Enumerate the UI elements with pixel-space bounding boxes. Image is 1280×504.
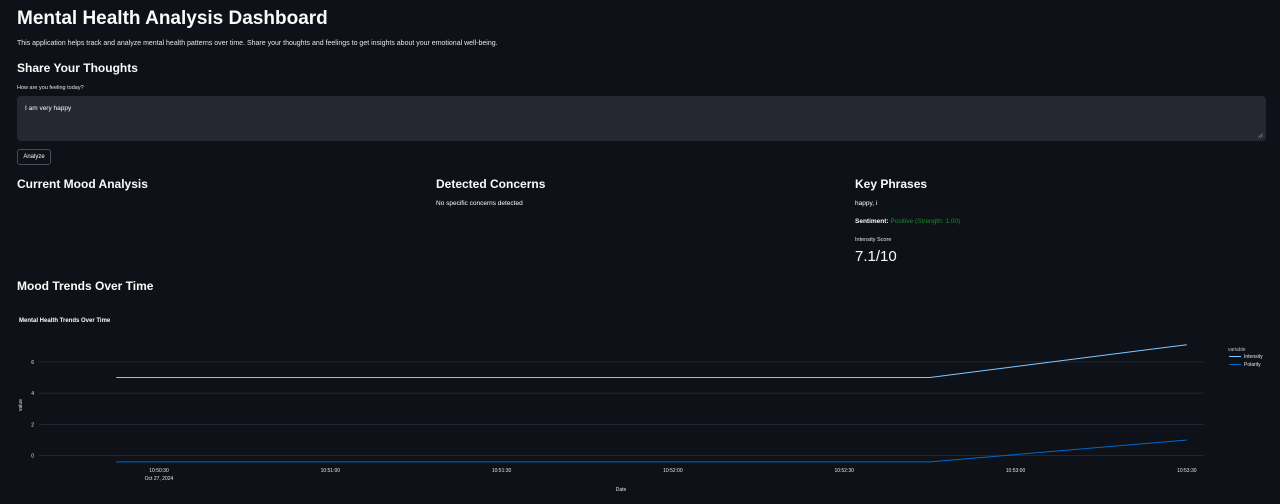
- share-thoughts-heading: Share Your Thoughts: [17, 61, 138, 75]
- detected-concerns-heading: Detected Concerns: [436, 177, 546, 191]
- intensity-score-value: 7.1/10: [855, 248, 897, 265]
- chart-y-axis-label: value: [18, 399, 24, 411]
- chart-x-ticks: 10:50:30 Oct 27, 2024 10:51:00 10:51:30 10:5…: [145, 468, 1197, 482]
- intensity-score-label: Intensity Score: [855, 237, 892, 243]
- y-tick-label: 0: [31, 454, 34, 460]
- feeling-field-label: How are you feeling today?: [17, 85, 84, 91]
- sentiment-line: Sentiment: Positive (Strength: 1.00): [855, 218, 960, 225]
- feeling-textarea[interactable]: I am very happy: [17, 96, 1266, 141]
- mood-trends-heading: Mood Trends Over Time: [17, 279, 154, 293]
- series-line-intensity: [116, 344, 1187, 378]
- chart-y-ticks: 0 2 4 6: [31, 360, 34, 460]
- x-tick-label: 10:51:00: [321, 468, 341, 474]
- current-mood-heading: Current Mood Analysis: [17, 177, 148, 191]
- sentiment-label: Sentiment:: [855, 218, 889, 225]
- chart-title: Mental Health Trends Over Time: [19, 318, 111, 324]
- page-description: This application helps track and analyze…: [17, 40, 498, 47]
- sentiment-value: Positive (Strength: 1.00): [890, 218, 961, 225]
- y-tick-label: 2: [31, 422, 34, 428]
- mood-trends-chart[interactable]: Mental Health Trends Over Time 0 2 4 6 10:5…: [0, 300, 1280, 504]
- chart-series: [116, 344, 1187, 463]
- key-phrases-text: happy, i: [855, 200, 878, 207]
- x-tick-label: 10:50:30: [149, 468, 169, 474]
- x-tick-label: 10:51:30: [492, 468, 512, 474]
- y-tick-label: 6: [31, 360, 34, 366]
- x-tick-label: 10:52:00: [663, 468, 683, 474]
- feeling-textarea-value: I am very happy: [25, 105, 72, 112]
- y-tick-label: 4: [31, 391, 34, 397]
- key-phrases-heading: Key Phrases: [855, 177, 928, 191]
- x-tick-label: 10:53:00: [1006, 468, 1026, 474]
- chart-x-axis-label: Date: [616, 487, 627, 493]
- x-tick-sublabel: Oct 27, 2024: [145, 476, 174, 482]
- x-tick-label: 10:53:30: [1177, 468, 1197, 474]
- x-tick-label: 10:52:30: [834, 468, 854, 474]
- resize-handle-icon[interactable]: [1258, 133, 1263, 138]
- legend-title: variable: [1228, 347, 1246, 353]
- legend-label: Intensity: [1244, 354, 1263, 360]
- concerns-text: No specific concerns detected: [436, 200, 523, 207]
- analyze-button[interactable]: Analyze: [17, 149, 51, 165]
- series-line-polarity: [116, 439, 1187, 463]
- page-title: Mental Health Analysis Dashboard: [17, 8, 328, 29]
- legend-label: Polarity: [1244, 362, 1261, 368]
- chart-grid: [39, 361, 1204, 457]
- chart-legend[interactable]: variable Intensity Polarity: [1228, 347, 1263, 368]
